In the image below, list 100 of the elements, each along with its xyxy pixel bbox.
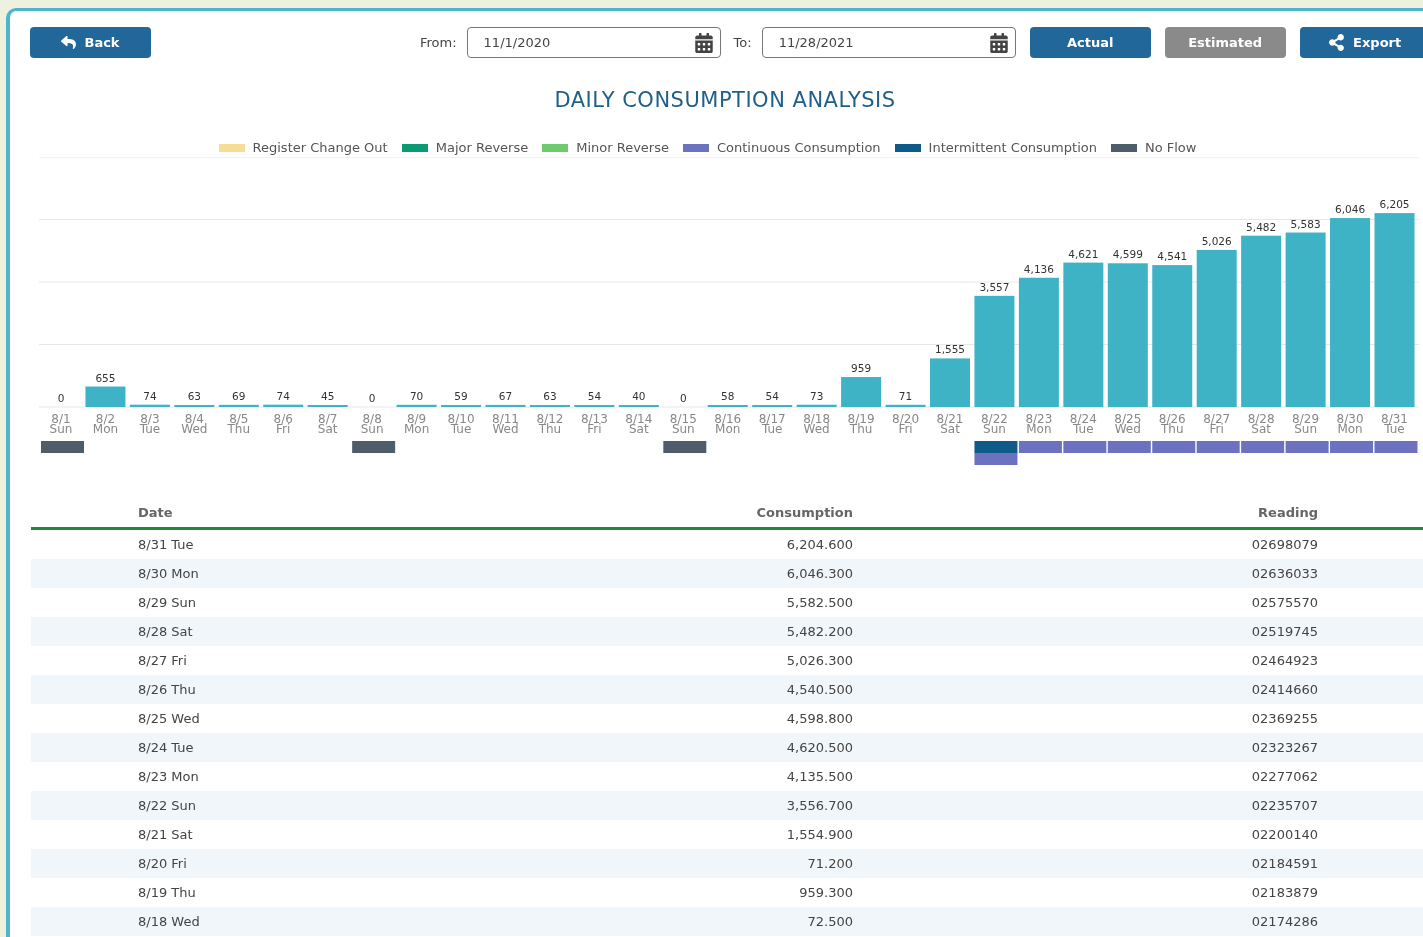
bar [263, 404, 304, 407]
value-label: 70 [409, 389, 424, 402]
table-cell-text: 02636033 [1250, 566, 1318, 581]
value-label: 45 [321, 390, 335, 402]
bar [796, 404, 837, 407]
table-cell-text: 8/21 Sat [137, 827, 194, 842]
value-label: 0 [679, 392, 687, 404]
value-label: 74 [143, 389, 157, 402]
bar [485, 404, 526, 407]
day-label: 8/24 Tue [1069, 412, 1097, 436]
table-cell-text: 72.500 [806, 914, 853, 929]
legend-label: Minor Reverse [576, 140, 669, 155]
table-cell-text: 3,556.700 [785, 798, 853, 813]
table-cell-text: 4,620.500 [785, 740, 853, 755]
value-label: 4,541 [1157, 250, 1188, 263]
from-date-field[interactable]: 11/1/2020 [466, 27, 721, 58]
back-arrow-icon [61, 35, 77, 50]
table-cell-text: 02200140 [1250, 827, 1318, 842]
table-cell-text: 02174286 [1250, 914, 1318, 929]
day-label: 8/2 Mon [92, 412, 119, 436]
value-label: 71 [898, 389, 913, 402]
table-cell-text: 02323267 [1250, 740, 1318, 755]
value-label: 1,555 [934, 343, 966, 356]
column-header[interactable]: Date [31, 504, 431, 520]
legend-label: No Flow [1144, 140, 1197, 155]
value-label: 6,205 [1379, 198, 1410, 211]
day-label: 8/8 Sun [360, 412, 384, 436]
value-label: 5,482 [1246, 220, 1277, 233]
bar [930, 358, 970, 407]
day-label: 8/7 Sat [317, 412, 338, 436]
day-label: 8/31 Tue [1381, 412, 1408, 436]
day-label: 8/25 Wed [1114, 412, 1142, 436]
table-cell-text: 6,204.600 [785, 537, 853, 552]
bar [885, 404, 926, 407]
table-cell-text: 8/25 Wed [137, 711, 201, 726]
value-label: 74 [276, 389, 290, 402]
legend-label: Register Change Out [252, 140, 388, 155]
table-cell-text: 02369255 [1250, 711, 1318, 726]
view-toggle-button[interactable]: Estimated [1164, 27, 1286, 58]
day-label: 8/16 Mon [714, 412, 742, 436]
calendar-icon[interactable] [693, 32, 714, 53]
column-header[interactable]: Reading [853, 504, 1318, 520]
day-label: 8/5 Thu [227, 412, 251, 436]
table-cell-text: 8/27 Fri [137, 653, 188, 668]
back-button[interactable]: Back [30, 27, 151, 58]
day-label: 8/1 Sun [49, 412, 73, 436]
table-cell-text: 6,046.300 [785, 566, 853, 581]
export-button[interactable]: Export [1299, 27, 1423, 58]
value-label: 58 [721, 390, 735, 402]
value-label: 54 [765, 390, 779, 402]
bar [85, 386, 126, 407]
table-cell-text: 8/24 Tue [137, 740, 195, 755]
column-header[interactable]: Consumption [431, 504, 853, 520]
value-label: 69 [232, 389, 246, 402]
day-label: 8/4 Wed [181, 412, 208, 436]
table-cell-text: 8/19 Thu [137, 885, 197, 900]
value-label: 67 [498, 389, 513, 402]
table-cell-text: 5,582.500 [785, 595, 853, 610]
value-label: 4,599 [1112, 248, 1143, 261]
table-cell-text: 8/20 Fri [137, 856, 188, 871]
table-cell-text: 1,554.900 [785, 827, 853, 842]
table-cell-text: 8/22 Sun [137, 798, 198, 813]
to-date-field[interactable]: 11/28/2021 [761, 27, 1016, 58]
value-label: 655 [95, 371, 116, 384]
value-label: 6,046 [1335, 203, 1366, 216]
table-cell-text: 02277062 [1250, 769, 1318, 784]
bar [841, 377, 882, 407]
day-label: 8/19 Thu [847, 412, 875, 436]
value-label: 54 [587, 390, 602, 402]
day-label: 8/11 Wed [492, 412, 519, 436]
day-label: 8/9 Mon [403, 412, 430, 436]
value-label: 63 [187, 390, 202, 402]
value-label: 40 [632, 390, 646, 402]
table-cell-text: 4,540.500 [785, 682, 853, 697]
table-cell-text: 8/28 Sat [137, 624, 194, 639]
table-cell-text: 4,135.500 [785, 769, 853, 784]
day-label: 8/21 Sat [936, 412, 964, 436]
legend-label: Continuous Consumption [716, 140, 881, 155]
value-label: 3,557 [979, 280, 1010, 293]
value-label: 5,026 [1201, 234, 1232, 247]
day-label: 8/23 Mon [1025, 412, 1053, 436]
table-cell-text: 02519745 [1250, 624, 1318, 639]
table-cell-text: 02575570 [1250, 595, 1318, 610]
table-cell-text: 02464923 [1250, 653, 1318, 668]
day-label: 8/22 Sun [980, 412, 1008, 436]
table-cell-text: 5,026.300 [785, 653, 853, 668]
calendar-icon[interactable] [988, 32, 1009, 53]
legend-label: Intermittent Consumption [928, 140, 1097, 155]
table-cell-text: 02184591 [1250, 856, 1318, 871]
day-label: 8/6 Fri [273, 412, 293, 436]
day-label: 8/3 Tue [139, 412, 161, 436]
table-cell-text: 8/30 Mon [137, 566, 200, 581]
view-toggle-button[interactable]: Actual [1029, 27, 1151, 58]
table-cell-text: 8/18 Wed [137, 914, 201, 929]
from-label: From: [420, 35, 457, 50]
table-cell-text: 02698079 [1250, 537, 1318, 552]
bar [396, 404, 437, 407]
value-label: 4,136 [1023, 262, 1054, 275]
value-label: 0 [57, 392, 65, 404]
legend-label: Major Reverse [435, 140, 529, 155]
